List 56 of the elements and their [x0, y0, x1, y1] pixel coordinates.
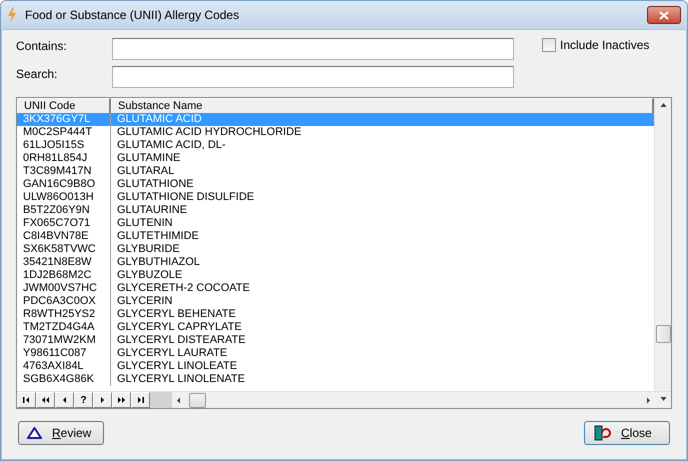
name-cell-text: GLYBUZOLE [116, 269, 184, 282]
name-cell-text: GLUTAURINE [116, 204, 188, 217]
name-cell-text: GLYBURIDE [116, 243, 181, 256]
scroll-thumb[interactable] [656, 325, 670, 343]
review-button[interactable]: Review [18, 421, 104, 445]
last-button[interactable] [131, 392, 150, 408]
name-cell-text: GLUTETHIMIDE [116, 230, 200, 243]
last-arrow-icon [136, 396, 145, 404]
close-icon [659, 10, 669, 20]
name-cell-text: GLUTENIN [116, 217, 174, 230]
lightning-icon [7, 7, 17, 23]
first-button[interactable] [17, 392, 36, 408]
name-cell-text: GLUTAMIC ACID, DL- [116, 139, 227, 152]
name-cell-text: GLUTATHIONE DISULFIDE [116, 191, 256, 204]
name-cell-text: GLUTAMIC ACID HYDROCHLORIDE [116, 126, 302, 139]
scroll-left-icon [176, 396, 181, 404]
search-field[interactable] [112, 66, 514, 88]
first-arrow-icon [22, 396, 31, 404]
code-cell: SGB6X4G86K [17, 373, 111, 386]
prior-button[interactable] [55, 392, 74, 408]
name-cell-text: GLYCERETH-2 COCOATE [116, 282, 251, 295]
door-exit-icon [593, 424, 611, 442]
prior-page-arrow-icon [41, 396, 50, 404]
name-cell-text: GLYBUTHIAZOL [116, 256, 201, 269]
checkbox-label: Include Inactives [560, 38, 650, 52]
next-button[interactable] [93, 392, 112, 408]
next-page-arrow-icon [117, 396, 126, 404]
field-label: Search: [16, 66, 58, 81]
name-cell-text: GLYCERYL CAPRYLATE [116, 321, 243, 334]
name-cell-text: GLUTAMINE [116, 152, 182, 165]
name-cell-text: GLYCERYL LAURATE [116, 347, 228, 360]
field-label: Contains: [16, 38, 68, 53]
contains-field[interactable] [112, 38, 514, 60]
scroll-thumb[interactable] [189, 392, 206, 408]
name-cell-text: GLYCERYL DISTEARATE [116, 334, 247, 347]
name-cell-text: GLYCERYL LINOLEATE [116, 360, 238, 373]
next-page-button[interactable] [112, 392, 131, 408]
name-cell-text: GLUTARAL [116, 165, 176, 178]
name-cell-text: GLYCERYL BEHENATE [116, 308, 237, 321]
horizontal-scrollbar[interactable] [172, 392, 655, 408]
help-button[interactable]: ? [74, 392, 93, 408]
window-title: Food or Substance (UNII) Allergy Codes [25, 8, 240, 22]
prior-page-button[interactable] [36, 392, 55, 408]
column-header[interactable]: UNII Code [17, 98, 111, 114]
vertical-scrollbar[interactable] [654, 98, 671, 391]
name-cell-text: GLUTATHIONE [116, 178, 195, 191]
close-button[interactable]: Close [584, 421, 670, 445]
name-cell-text: GLYCERIN [116, 295, 174, 308]
scroll-right-icon [646, 396, 651, 404]
name-cell-text: GLUTAMIC ACID [116, 113, 203, 126]
name-cell-text: GLYCERYL LINOLENATE [116, 373, 246, 386]
triangle-icon [27, 427, 42, 439]
checkbox[interactable] [542, 38, 556, 52]
column-header[interactable]: Substance Name [111, 98, 654, 114]
next-arrow-icon [98, 396, 107, 404]
close-window-button[interactable] [647, 6, 681, 24]
